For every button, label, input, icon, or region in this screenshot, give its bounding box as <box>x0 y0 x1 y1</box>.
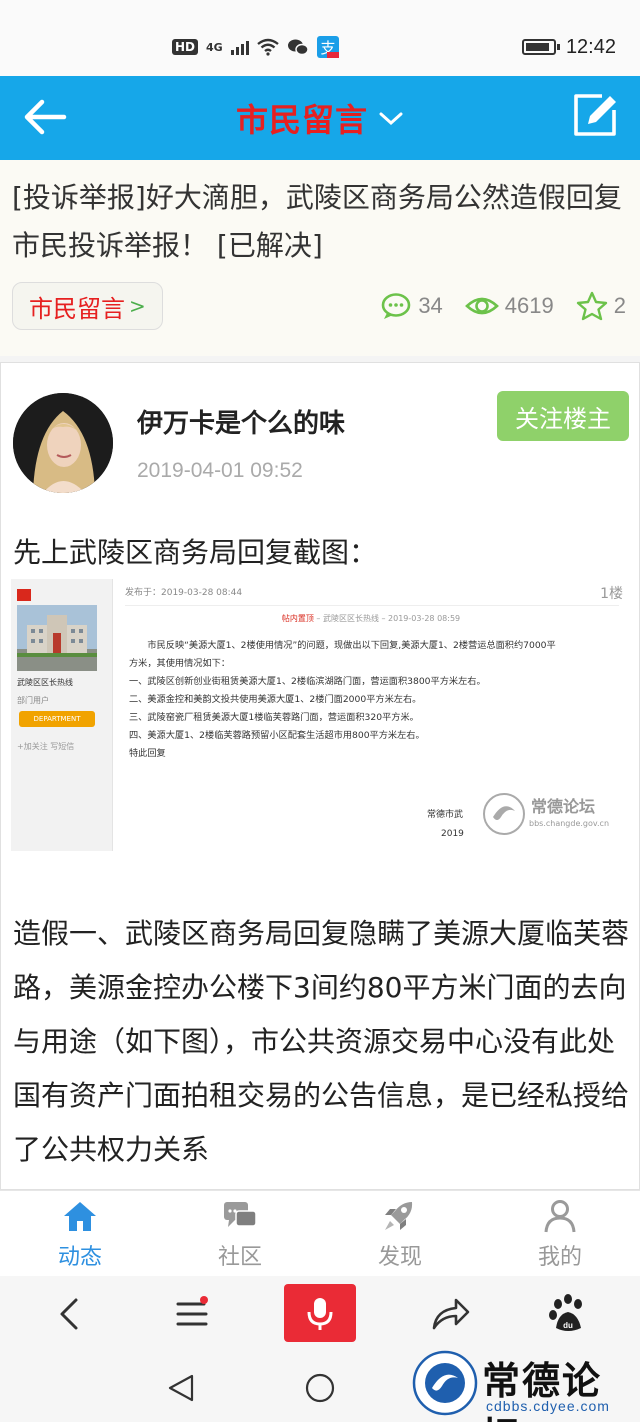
nav-home-icon[interactable] <box>300 1368 340 1408</box>
screenshot-reply-line: 市民反映“美源大厦1、2楼使用情况”的问题，现做出以下回复,美源大厦1、2楼营运… <box>147 640 556 651</box>
screenshot-signature-date: 2019 <box>441 829 464 839</box>
status-icons-left: HD 4G 支 <box>172 34 339 60</box>
browser-toolbar: du <box>0 1276 640 1352</box>
screenshot-signature: 常德市武 <box>427 810 464 820</box>
post-time: 2019-04-01 09:52 <box>137 459 303 482</box>
back-icon[interactable] <box>40 1284 100 1344</box>
screenshot-logo <box>17 589 31 601</box>
reply-count: 34 <box>418 293 443 318</box>
baidu-paw-icon[interactable]: du <box>538 1284 598 1344</box>
screenshot-reply-text: 市民反映“美源大厦1、2楼使用情况”的问题，现做出以下回复,美源大厦1、2楼营运… <box>129 637 615 763</box>
forum-logo-icon <box>483 793 525 835</box>
eye-icon <box>464 297 499 315</box>
reply-screenshot-image[interactable]: 武陵区区长热线 部门用户 DEPARTMENT +加关注 写短信 发布于：201… <box>11 579 629 851</box>
page-title: 市民留言 <box>235 101 368 139</box>
screenshot-reply-line: 四、美源大厦1、2楼临芙蓉路预留小区配套生活超市用800平方米左右。 <box>129 730 425 741</box>
tab-label: 我的 <box>537 1245 582 1270</box>
wechat-icon <box>287 39 309 56</box>
chevron-down-icon <box>379 112 403 126</box>
bottom-tab-bar: 动态 社区 发现 我的 <box>0 1190 640 1276</box>
share-icon[interactable] <box>418 1284 478 1344</box>
forum-tag-label: 市民留言 <box>29 294 125 323</box>
avatar-photo <box>13 393 113 493</box>
screenshot-subtitle: 帖内置顶 – 武陵区区长热线 – 2019-03-28 08:59 <box>281 614 461 623</box>
screenshot-post-time: 发布于：2019-03-28 08:44 <box>125 588 243 598</box>
screenshot-reply-line: 二、美源金控和美韵文投共使用美源大厦1、2楼门面2000平方米左右。 <box>129 694 422 705</box>
screenshot-floor: 1楼 <box>600 586 623 602</box>
watermark-url: bbs.changde.gov.cn <box>529 819 610 828</box>
status-bar: HD 4G 支 12:42 <box>0 0 640 76</box>
forum-selector[interactable]: 市民留言 <box>0 76 640 160</box>
tab-me[interactable]: 我的 <box>480 1191 640 1277</box>
brand-url: cdbbs.cdyee.com <box>486 1398 610 1414</box>
battery-icon <box>521 39 560 55</box>
building-photo <box>17 605 97 671</box>
comment-icon <box>382 293 411 319</box>
favorite-count: 2 <box>613 293 626 318</box>
screenshot-reply-line: 方米，其使用情况如下： <box>129 658 231 669</box>
screenshot-reply-line: 特此回复 <box>129 748 166 759</box>
tab-community[interactable]: 社区 <box>160 1191 320 1277</box>
author-name[interactable]: 伊万卡是个么的味 <box>137 403 345 440</box>
post-intro: 先上武陵区商务局回复截图： <box>13 536 378 569</box>
home-icon <box>64 1202 96 1231</box>
screenshot-user-actions: +加关注 写短信 <box>17 742 75 751</box>
follow-author-button[interactable]: 关注楼主 <box>497 391 629 441</box>
user-icon <box>544 1200 576 1233</box>
app-header: 市民留言 <box>0 76 640 160</box>
screenshot-reply-line: 一、武陵区创新创业街租赁美源大厦1、2楼临滨湖路门面，营运面积3800平方米左右… <box>129 676 486 687</box>
screenshot-watermark: 常德论坛 bbs.changde.gov.cn <box>481 791 631 845</box>
network-type: 4G <box>206 40 223 54</box>
topic-title: [投诉举报]好大滴胆，武陵区商务局公然造假回复市民投诉举报！ [已解决] <box>12 181 622 262</box>
screenshot-sidebar: 武陵区区长热线 部门用户 DEPARTMENT +加关注 写短信 <box>11 579 113 851</box>
screenshot-content: 发布于：2019-03-28 08:44 1楼 帖内置顶 – 武陵区区长热线 –… <box>113 579 629 851</box>
post-card: 伊万卡是个么的味 2019-04-01 09:52 关注楼主 先上武陵区商务局回… <box>0 362 640 1190</box>
watermark-title: 常德论坛 <box>531 797 596 816</box>
nav-back-icon[interactable] <box>162 1368 202 1408</box>
signal-icon <box>230 39 249 55</box>
voice-search-button[interactable] <box>284 1284 356 1342</box>
chat-icon <box>224 1202 257 1227</box>
compose-icon[interactable] <box>572 92 618 138</box>
forum-brand-watermark: 常德论坛 cdbbs.cdyee.com <box>410 1344 638 1422</box>
topic-header: [投诉举报]好大滴胆，武陵区商务局公然造假回复市民投诉举报！ [已解决] 市民留… <box>0 160 640 518</box>
tag-arrow: > <box>129 294 146 318</box>
screenshot-user-name: 武陵区区长热线 <box>17 678 73 687</box>
clock: 12:42 <box>565 35 616 58</box>
star-icon[interactable] <box>576 291 608 321</box>
microphone-icon <box>307 1298 333 1330</box>
forum-badge-icon <box>412 1350 478 1416</box>
avatar[interactable] <box>13 393 113 493</box>
topic-stats: 34 4619 2 <box>380 286 626 326</box>
tab-label: 社区 <box>217 1245 262 1270</box>
hd-badge: HD <box>172 39 199 55</box>
screenshot-department-badge: DEPARTMENT <box>19 711 95 727</box>
alipay-icon: 支 <box>316 36 339 58</box>
status-icons-right: 12:42 <box>521 34 616 60</box>
menu-icon[interactable] <box>162 1284 222 1344</box>
screenshot-reply-line: 三、武陵窑瓷厂租赁美源大厦1楼临芙蓉路门面，营运面积320平方米。 <box>129 712 419 723</box>
svg-text:du: du <box>563 1321 573 1330</box>
wifi-icon <box>256 38 279 56</box>
screenshot-user-role: 部门用户 <box>17 696 49 705</box>
view-count: 4619 <box>504 293 554 318</box>
tab-label: 发现 <box>377 1245 422 1270</box>
tab-dynamic[interactable]: 动态 <box>0 1191 160 1277</box>
tab-label: 动态 <box>57 1245 102 1270</box>
tab-discover[interactable]: 发现 <box>320 1191 480 1277</box>
rocket-icon <box>385 1202 413 1230</box>
post-body: 造假一、武陵区商务局回复隐瞒了美源大厦临芙蓉路，美源金控办公楼下3间约80平方米… <box>13 917 630 1166</box>
forum-tag-button[interactable]: 市民留言 > <box>12 282 163 330</box>
